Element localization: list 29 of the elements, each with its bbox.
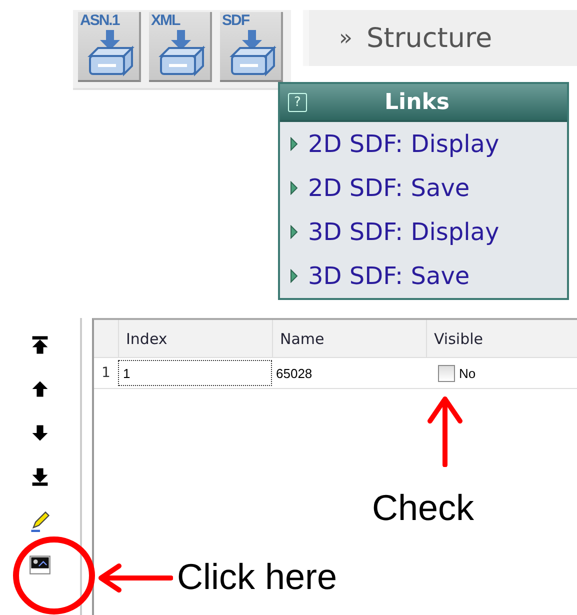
triangle-icon bbox=[290, 137, 298, 151]
popup-link[interactable]: 2D SDF: Display bbox=[280, 122, 567, 166]
popup-link[interactable]: 3D SDF: Display bbox=[280, 210, 567, 254]
image-icon[interactable] bbox=[29, 554, 51, 576]
popup-link[interactable]: 2D SDF: Save bbox=[280, 166, 567, 210]
annotation-text: Check bbox=[372, 487, 474, 528]
panel-tab-label: Structure bbox=[366, 22, 492, 54]
row-number: 1 bbox=[100, 364, 112, 383]
popup-title: Links bbox=[384, 90, 450, 114]
popup-link[interactable]: 3D SDF: Save bbox=[280, 254, 567, 298]
download-button[interactable]: SDF bbox=[220, 12, 283, 82]
table-cell-text: 65028 bbox=[275, 364, 314, 382]
visible-checkbox[interactable] bbox=[438, 364, 455, 382]
table-cell[interactable]: 1 bbox=[118, 360, 272, 386]
panel-tab[interactable]: » Structure bbox=[303, 10, 577, 66]
annotation-arrow bbox=[425, 395, 465, 467]
download-button[interactable]: ASN.1 bbox=[78, 12, 141, 82]
column-header[interactable]: Index bbox=[118, 320, 272, 357]
column-header[interactable]: Visible bbox=[426, 320, 577, 357]
annotation-text: Click here bbox=[177, 556, 338, 597]
column-header[interactable]: Name bbox=[272, 320, 426, 357]
triangle-icon bbox=[290, 181, 298, 195]
expand-marker: » bbox=[339, 26, 352, 50]
download-button[interactable]: XML bbox=[149, 12, 212, 82]
help-button[interactable]: ? bbox=[288, 92, 307, 112]
pencil-icon[interactable] bbox=[29, 510, 51, 532]
triangle-icon bbox=[290, 269, 298, 283]
checkbox-label: No bbox=[459, 366, 476, 380]
triangle-icon bbox=[290, 225, 298, 239]
